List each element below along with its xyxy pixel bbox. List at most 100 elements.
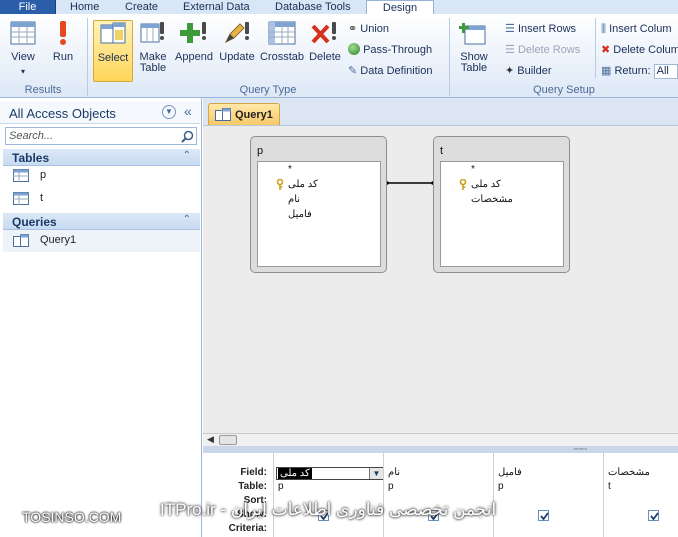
union-button[interactable]: ⚭ Union <box>348 20 389 38</box>
nav-item-query1[interactable]: Query1 <box>3 230 200 252</box>
tables-group-label: Tables <box>12 151 50 165</box>
builder-wand-icon: ✦ <box>505 65 515 77</box>
show-table-button[interactable]: Show Table <box>455 20 493 82</box>
crosstab-button[interactable]: Crosstab <box>259 20 305 82</box>
tab-file[interactable]: File <box>0 0 56 14</box>
view-label: View <box>11 51 35 63</box>
field-cell-selected[interactable]: کد ملی ▼ <box>276 467 384 480</box>
crosstab-label: Crosstab <box>259 51 305 63</box>
nav-item-table-p[interactable]: p <box>3 165 200 187</box>
tab-database-tools[interactable]: Database Tools <box>275 0 351 14</box>
queries-group-header[interactable]: Queries ⌃ <box>3 213 200 230</box>
scroll-thumb[interactable] <box>219 435 237 445</box>
nav-item-table-t[interactable]: t <box>3 188 200 210</box>
tab-external-data[interactable]: External Data <box>183 0 250 14</box>
delete-columns-button[interactable]: ✖ Delete Colum <box>601 41 678 59</box>
table-value[interactable]: p <box>278 481 284 492</box>
tab-create[interactable]: Create <box>125 0 158 14</box>
nav-item-label: t <box>40 192 44 204</box>
pane-splitter[interactable]: ∙∙∙∙∙∙∙∙∙∙∙ <box>203 444 678 453</box>
table-value[interactable]: t <box>608 481 611 492</box>
make-table-icon <box>140 22 164 43</box>
watermark-itpro: ITPro.ir - انجمن تخصصی فناوری اطلاعات ای… <box>160 500 497 519</box>
table-value[interactable]: p <box>498 481 504 492</box>
field-item[interactable]: * <box>278 164 380 178</box>
search-input[interactable]: Search... <box>5 127 197 145</box>
navigation-pane: All Access Objects ▼ « Search... Tables … <box>0 98 202 537</box>
field-item[interactable]: نام <box>278 194 380 208</box>
make-table-button[interactable]: Make Table <box>136 20 170 82</box>
delete-rows-icon: ☰ <box>505 44 515 56</box>
query-setup-group-label: Query Setup <box>533 84 595 96</box>
table-design-canvas[interactable]: p * کد ملی نام فامیل t * کد ملی مشخصات <box>203 125 678 433</box>
field-list-title: p <box>257 145 264 157</box>
shutter-bar-collapse-icon[interactable]: « <box>184 103 192 119</box>
delete-columns-icon: ✖ <box>601 44 611 56</box>
collapse-group-icon[interactable]: ⌃ <box>183 214 191 225</box>
run-button[interactable]: Run <box>48 20 78 82</box>
grid-column[interactable]: مشخصات t <box>603 453 678 537</box>
field-item[interactable]: مشخصات <box>461 194 563 208</box>
select-query-icon <box>100 22 126 44</box>
field-value[interactable]: مشخصات <box>608 467 650 478</box>
delete-rows-button[interactable]: ☰ Delete Rows <box>505 41 580 59</box>
ribbon: View ▾ Run Results Select Make Table App… <box>0 14 678 98</box>
field-item[interactable]: * <box>461 164 563 178</box>
grid-column[interactable]: فامیل p <box>493 453 601 537</box>
append-button[interactable]: Append <box>174 20 214 82</box>
search-icon[interactable] <box>181 130 194 143</box>
insert-rows-icon: ☰ <box>505 23 515 35</box>
search-placeholder: Search... <box>9 130 54 142</box>
field-value: کد ملی <box>278 468 312 479</box>
delete-query-button[interactable]: Delete <box>307 20 343 82</box>
pass-through-button[interactable]: Pass-Through <box>348 41 432 59</box>
results-group-label: Results <box>24 84 62 96</box>
append-plus-icon <box>180 22 206 43</box>
grid-column[interactable]: نام p <box>383 453 491 537</box>
grid-column[interactable]: کد ملی ▼ p <box>273 453 384 537</box>
run-exclamation-icon <box>60 21 66 45</box>
field-list-t[interactable]: t * کد ملی مشخصات <box>433 136 570 273</box>
tables-group-header[interactable]: Tables ⌃ <box>3 149 200 166</box>
show-table-icon <box>459 23 486 45</box>
field-item[interactable]: فامیل <box>278 209 380 223</box>
grid-row-label-criteria: Criteria: <box>228 523 267 534</box>
insert-columns-button[interactable]: ⫼ Insert Colum <box>601 20 671 38</box>
document-tab-query1[interactable]: Query1 <box>208 103 280 125</box>
group-separator <box>595 18 596 78</box>
field-list-p[interactable]: p * کد ملی نام فامیل <box>250 136 387 273</box>
show-checkbox[interactable] <box>648 510 659 521</box>
watermark-tosinso: TOSINSO.COM <box>22 509 122 525</box>
return-dropdown[interactable]: All <box>653 64 678 79</box>
nav-item-label: Query1 <box>40 234 77 246</box>
table-value[interactable]: p <box>388 481 394 492</box>
navigation-pane-header[interactable]: All Access Objects ▼ « <box>0 102 200 124</box>
update-pencil-icon <box>224 22 249 44</box>
field-list-body: * کد ملی مشخصات <box>440 161 564 267</box>
select-query-button[interactable]: Select <box>93 20 133 82</box>
table-icon <box>13 169 29 182</box>
builder-button[interactable]: ✦ Builder <box>505 62 552 80</box>
field-value[interactable]: فامیل <box>498 467 522 478</box>
update-button[interactable]: Update <box>217 20 257 82</box>
field-value[interactable]: نام <box>388 467 400 478</box>
nav-menu-chevron-icon[interactable]: ▼ <box>162 105 176 119</box>
append-label: Append <box>175 51 213 63</box>
data-definition-icon: ✎ <box>348 65 358 77</box>
field-item[interactable]: کد ملی <box>278 179 380 193</box>
show-checkbox[interactable] <box>538 510 549 521</box>
view-button[interactable]: View ▾ <box>4 20 42 82</box>
dropdown-arrow-icon[interactable]: ▼ <box>369 468 383 479</box>
delete-x-icon <box>311 22 336 44</box>
insert-rows-button[interactable]: ☰ Insert Rows <box>505 20 576 38</box>
field-item[interactable]: کد ملی <box>461 179 563 193</box>
data-definition-button[interactable]: ✎ Data Definition <box>348 62 432 80</box>
make-table-label-2: Table <box>139 62 167 74</box>
horizontal-scrollbar[interactable]: ◀ <box>203 433 678 446</box>
collapse-group-icon[interactable]: ⌃ <box>183 150 191 161</box>
data-definition-label: Data Definition <box>360 65 433 77</box>
run-label: Run <box>52 51 74 63</box>
scroll-left-arrow-icon[interactable]: ◀ <box>207 434 214 445</box>
tab-design[interactable]: Design <box>366 0 434 15</box>
tab-home[interactable]: Home <box>70 0 99 14</box>
